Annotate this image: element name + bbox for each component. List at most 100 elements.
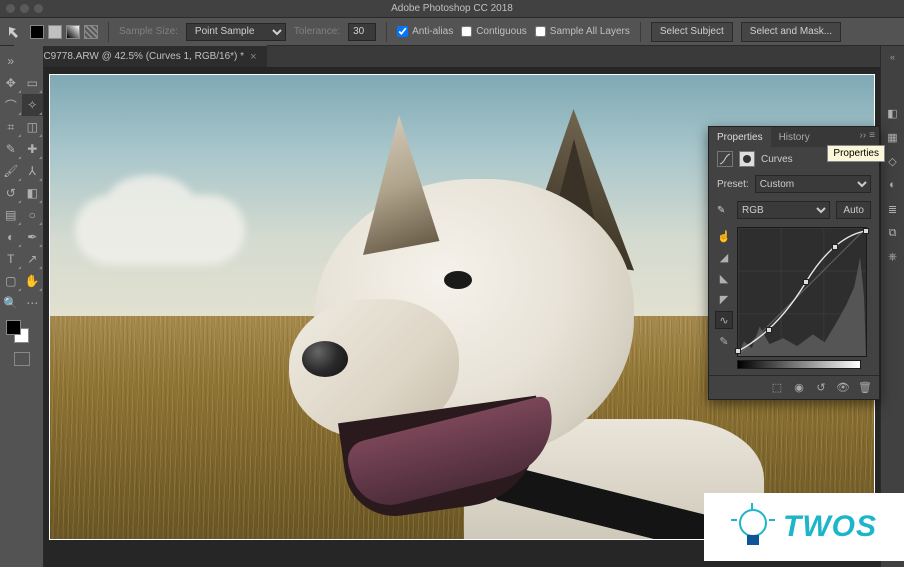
gradient-tool[interactable]: ▤ (0, 204, 22, 226)
curves-graph[interactable] (737, 227, 867, 357)
right-dock-strip: « ◧ ▦ ◇ ◐ ≣ ⧉ ⎈ (880, 46, 904, 567)
document-tab-label: _DSC9778.ARW @ 42.5% (Curves 1, RGB/16*)… (24, 51, 244, 62)
reset-icon[interactable]: ↺ (813, 380, 829, 396)
curve-point[interactable] (803, 279, 809, 285)
pen-tool[interactable]: ✒ (22, 226, 44, 248)
document-tabs: _DSC9778.ARW @ 42.5% (Curves 1, RGB/16*)… (0, 46, 904, 68)
crop-tool[interactable]: ⌗ (0, 116, 22, 138)
visibility-icon[interactable]: 👁 (835, 380, 851, 396)
preset-row: Preset: Custom (709, 171, 879, 197)
traffic-minimize-icon[interactable] (20, 4, 29, 13)
curve-draw-tool-icon[interactable]: ✎ (715, 332, 733, 350)
curve-point[interactable] (832, 244, 838, 250)
auto-button[interactable]: Auto (836, 201, 871, 219)
frame-tool[interactable]: ◫ (22, 116, 44, 138)
contiguous-checkbox[interactable] (461, 26, 472, 37)
curve-point[interactable] (735, 348, 741, 354)
libraries-panel-icon[interactable]: ◇ (884, 152, 902, 170)
white-eyedropper-icon[interactable]: ◢ (715, 248, 733, 266)
history-brush-tool[interactable]: ↺ (0, 182, 22, 204)
separator (108, 22, 109, 42)
color-panel-icon[interactable]: ◧ (884, 104, 902, 122)
color-swatches[interactable] (4, 320, 39, 346)
channel-select[interactable]: RGB (737, 201, 830, 219)
curve-point[interactable] (766, 327, 772, 333)
fill-fg-swatch[interactable] (48, 25, 62, 39)
swatches-panel-icon[interactable]: ▦ (884, 128, 902, 146)
document-tab-close-icon[interactable]: × (250, 51, 256, 63)
clone-tool[interactable]: ⅄ (22, 160, 44, 182)
layer-mask-icon[interactable] (739, 151, 755, 167)
paths-panel-icon[interactable]: ⎈ (884, 248, 902, 266)
panel-collapse-icon[interactable]: ›› (859, 130, 866, 141)
clip-to-layer-icon[interactable]: ⬚ (769, 380, 785, 396)
foreground-color-swatch[interactable] (6, 320, 21, 335)
anti-alias-label: Anti-alias (412, 26, 453, 37)
rectangle-tool[interactable]: ▢ (0, 270, 22, 292)
expand-dock-icon[interactable]: « (883, 52, 903, 62)
magic-wand-tool[interactable]: ✧ (22, 94, 44, 116)
channel-eyedropper-icon[interactable]: ✎ (717, 205, 731, 216)
traffic-zoom-icon[interactable] (34, 4, 43, 13)
tolerance-input[interactable] (348, 23, 376, 41)
properties-panel: Properties History ›› ≡ Properties Curve… (708, 126, 880, 400)
quick-mask-toggle[interactable] (0, 352, 43, 366)
panel-menu-icon[interactable]: ≡ (869, 130, 875, 141)
properties-tooltip: Properties (827, 145, 885, 162)
window-traffic-lights (6, 4, 43, 13)
toggle-toolbar-icon[interactable]: » (0, 50, 22, 72)
separator (640, 22, 641, 42)
title-bar: Adobe Photoshop CC 2018 (0, 0, 904, 18)
view-previous-icon[interactable]: ◉ (791, 380, 807, 396)
black-eyedropper-icon[interactable]: ◤ (715, 290, 733, 308)
select-subject-button[interactable]: Select Subject (651, 22, 733, 42)
fill-swatches (30, 25, 98, 39)
spot-heal-tool[interactable]: ✚ (22, 138, 44, 160)
gray-eyedropper-icon[interactable]: ◣ (715, 269, 733, 287)
contiguous-option[interactable]: Contiguous (461, 26, 527, 37)
channels-panel-icon[interactable]: ⧉ (884, 224, 902, 242)
twos-bulb-icon (731, 505, 775, 549)
zoom-tool[interactable]: 🔍 (0, 292, 22, 314)
fill-gradient-swatch[interactable] (66, 25, 80, 39)
sample-size-select[interactable]: Point Sample (186, 23, 286, 41)
tab-properties[interactable]: Properties (709, 127, 771, 147)
document-tab[interactable]: _DSC9778.ARW @ 42.5% (Curves 1, RGB/16*)… (14, 45, 267, 67)
fill-black-swatch[interactable] (30, 25, 44, 39)
blur-tool[interactable]: ○ (22, 204, 44, 226)
edit-toolbar[interactable]: ⋯ (22, 292, 44, 314)
traffic-close-icon[interactable] (6, 4, 15, 13)
sample-all-checkbox[interactable] (535, 26, 546, 37)
preset-select[interactable]: Custom (755, 175, 871, 193)
layers-panel-icon[interactable]: ≣ (884, 200, 902, 218)
lasso-tool[interactable]: ⌒ (0, 94, 22, 116)
eraser-tool[interactable]: ◧ (22, 182, 44, 204)
curve-point-tool-icon[interactable]: ∿ (715, 311, 733, 329)
eyedropper-tool[interactable]: ✎ (0, 138, 22, 160)
options-bar: Sample Size: Point Sample Tolerance: Ant… (0, 18, 904, 46)
target-adjust-tool-icon[interactable]: ☝ (715, 227, 733, 245)
adjustments-panel-icon[interactable]: ◐ (884, 176, 902, 194)
anti-alias-checkbox[interactable] (397, 26, 408, 37)
input-gradient[interactable] (737, 360, 861, 369)
delete-icon[interactable]: 🗑 (857, 380, 873, 396)
sample-size-label: Sample Size: (119, 26, 178, 37)
twos-logo-text: TWOS (783, 510, 877, 544)
marquee-tool[interactable]: ▭ (22, 72, 44, 94)
dodge-tool[interactable]: ◐ (0, 226, 22, 248)
anti-alias-option[interactable]: Anti-alias (397, 26, 453, 37)
type-tool[interactable]: T (0, 248, 22, 270)
brush-tool[interactable]: 🖌 (0, 160, 22, 182)
hand-tool[interactable]: ✋ (22, 270, 44, 292)
panel-tab-bar: Properties History ›› ≡ (709, 127, 879, 147)
sample-all-option[interactable]: Sample All Layers (535, 26, 630, 37)
contiguous-label: Contiguous (476, 26, 527, 37)
move-tool[interactable]: ✥ (0, 72, 22, 94)
select-and-mask-button[interactable]: Select and Mask... (741, 22, 841, 42)
left-toolbar: » ✥▭ ⌒✧ ⌗◫ ✎✚ 🖌⅄ ↺◧ ▤○ ◐✒ T↗ ▢✋ 🔍⋯ (0, 46, 44, 567)
fill-pattern-swatch[interactable] (84, 25, 98, 39)
tab-history[interactable]: History (771, 127, 818, 147)
path-tool[interactable]: ↗ (22, 248, 44, 270)
current-tool-icon[interactable] (6, 24, 22, 40)
curve-point[interactable] (863, 228, 869, 234)
